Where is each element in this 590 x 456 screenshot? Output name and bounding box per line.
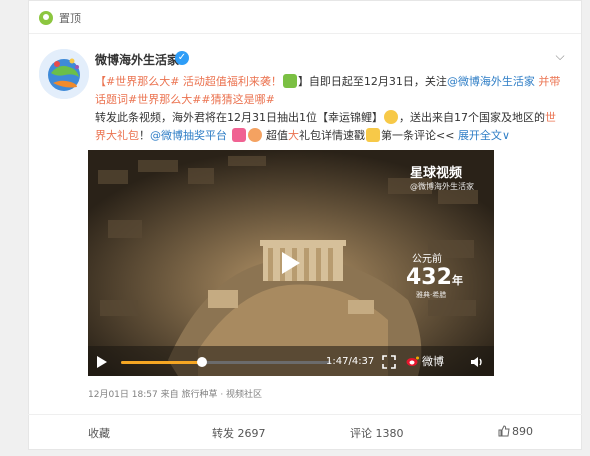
expand-label: 展开全文 bbox=[457, 129, 502, 142]
mention-link[interactable]: @微博抽奖平台 bbox=[150, 129, 227, 142]
post-text-segment: ！ bbox=[139, 129, 150, 142]
expand-full-text-link[interactable]: 展开全文∨ bbox=[458, 129, 510, 142]
comment-button[interactable]: 评论 1380 bbox=[350, 425, 404, 441]
post-text-segment: 超值 bbox=[262, 129, 288, 142]
topic-link[interactable]: #世界那么大##猜猜这是哪# bbox=[128, 93, 275, 106]
post-text: 【#世界那么大# 活动超值福利来袭！ 】自即日起至12月31日，关注@微博海外生活… bbox=[95, 73, 565, 145]
pinned-label: 置顶 bbox=[59, 12, 81, 25]
mention-link[interactable]: @微博海外生活家 bbox=[447, 75, 535, 88]
pinned-bar: 置顶 bbox=[29, 1, 581, 34]
emoji-icon bbox=[247, 128, 262, 142]
collect-button[interactable]: 收藏 bbox=[88, 425, 110, 441]
chevron-down-icon[interactable]: ⌵ bbox=[553, 49, 567, 63]
post-text-segment: 第一条评论<< bbox=[381, 129, 455, 142]
highlight-text: 大 bbox=[288, 129, 299, 142]
play-icon[interactable] bbox=[280, 250, 302, 276]
watermark-title: 星球视频 bbox=[410, 166, 463, 181]
heart-gift-icon bbox=[231, 128, 246, 142]
post-text-segment: 礼包详情速戳 bbox=[299, 129, 365, 142]
post-text-segment: 转发此条视频，海外君将在12月31日抽出1位【幸运锦鲤】 bbox=[95, 111, 383, 124]
video-caption: 公元前 432年 雅典·希腊 bbox=[404, 250, 463, 300]
post-text-segment: 】自即日起至12月31日，关注 bbox=[297, 75, 447, 88]
caption-year: 432 bbox=[406, 265, 452, 290]
video-controls: 1:47/4:37 微博 bbox=[88, 348, 494, 376]
pointing-hand-icon bbox=[366, 128, 380, 142]
avatar[interactable] bbox=[39, 49, 89, 99]
weibo-logo-icon bbox=[406, 356, 419, 366]
topic-link[interactable]: 【#世界那么大# 活动超值福利来袭！ bbox=[95, 75, 282, 88]
progress-thumb[interactable] bbox=[197, 357, 208, 367]
like-count: 890 bbox=[512, 425, 533, 438]
source-prefix: 来自 bbox=[160, 390, 179, 400]
emoji-icon bbox=[384, 110, 398, 124]
weibo-brand: 微博 bbox=[406, 353, 444, 369]
gift-sticker-icon bbox=[282, 74, 297, 88]
post-text-segment bbox=[227, 129, 231, 142]
progress-fill bbox=[121, 361, 203, 364]
weibo-brand-label: 微博 bbox=[422, 355, 444, 368]
control-play-icon[interactable] bbox=[96, 355, 108, 369]
volume-icon[interactable] bbox=[470, 355, 484, 369]
video-watermark: 星球视频 @微博海外生活家 bbox=[410, 162, 474, 192]
video-time: 1:47/4:37 bbox=[326, 356, 375, 367]
location-pin-icon bbox=[39, 11, 53, 25]
post-date[interactable]: 12月01日 18:57 bbox=[88, 390, 158, 400]
post-actions: 收藏 转发 2697 评论 1380 890 bbox=[28, 414, 582, 451]
verified-badge-icon: ✓ bbox=[175, 51, 189, 65]
fullscreen-icon[interactable] bbox=[382, 355, 396, 369]
thumbs-up-icon bbox=[498, 425, 510, 437]
watermark-sub: @微博海外生活家 bbox=[410, 182, 474, 191]
repost-button[interactable]: 转发 2697 bbox=[212, 425, 266, 441]
post-meta: 12月01日 18:57 来自 旅行种草 · 视频社区 bbox=[88, 387, 262, 400]
caption-year-unit: 年 bbox=[451, 274, 463, 287]
post-source[interactable]: 旅行种草 · 视频社区 bbox=[181, 390, 262, 400]
like-button[interactable]: 890 bbox=[498, 425, 533, 438]
expand-chevron-icon: ∨ bbox=[501, 129, 510, 142]
author-name[interactable]: 微博海外生活家 bbox=[95, 51, 179, 68]
caption-location: 雅典·希腊 bbox=[416, 291, 447, 299]
caption-prefix: 公元前 bbox=[412, 254, 442, 265]
post-text-segment: ，送出来自17个国家及地区的 bbox=[399, 111, 545, 124]
progress-bar[interactable] bbox=[121, 357, 331, 367]
